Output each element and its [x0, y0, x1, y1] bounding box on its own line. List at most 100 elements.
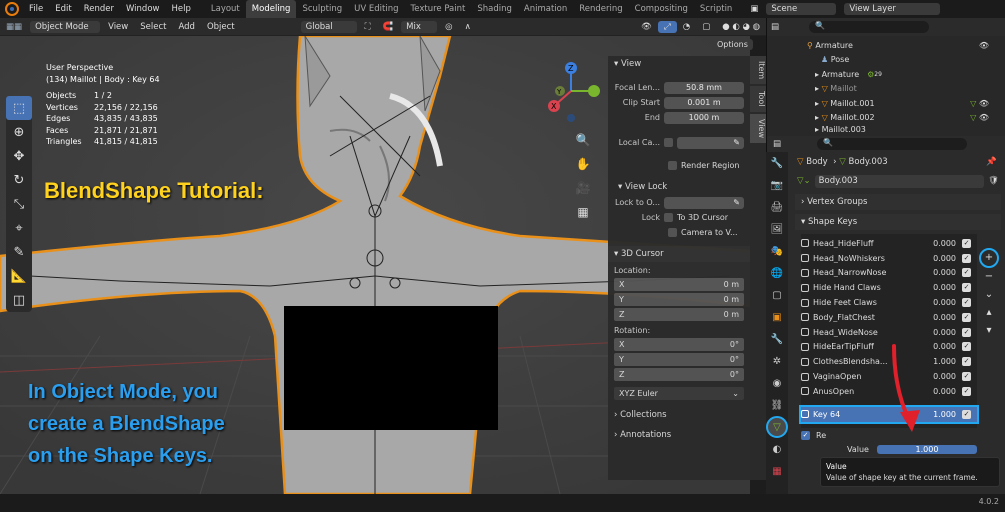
camera-icon[interactable]: 🎥: [574, 176, 592, 200]
mute-checkbox[interactable]: ✓: [962, 357, 971, 367]
tab-uv-editing[interactable]: UV Editing: [348, 0, 404, 18]
particles-tab-icon[interactable]: ✲: [766, 350, 788, 372]
gizmo-icon[interactable]: ⤢: [657, 20, 677, 33]
collection-tab-icon[interactable]: ▢: [766, 284, 788, 306]
move-down-icon[interactable]: ▾: [979, 322, 999, 340]
options-dropdown[interactable]: Options: [712, 39, 753, 50]
pan-hand-icon[interactable]: ✋: [574, 152, 592, 176]
visibility-icon[interactable]: 👁: [635, 21, 658, 33]
properties-search-input[interactable]: 🔍: [817, 138, 968, 150]
menu-file[interactable]: File: [23, 0, 49, 18]
move-tool-icon[interactable]: ✥: [6, 144, 32, 168]
menu-select[interactable]: Select: [134, 21, 172, 33]
tab-layout[interactable]: Layout: [205, 0, 246, 18]
editor-type-icon[interactable]: ▤: [773, 139, 781, 149]
list-item[interactable]: Body_FlatChest 0.000 ✓: [801, 310, 977, 325]
mute-checkbox[interactable]: ✓: [962, 327, 971, 337]
menu-edit[interactable]: Edit: [49, 0, 77, 18]
hide-icon[interactable]: 👁: [979, 41, 989, 50]
tab-rendering[interactable]: Rendering: [573, 0, 628, 18]
mode-dropdown[interactable]: Object Mode: [30, 20, 101, 33]
mute-checkbox[interactable]: ✓: [962, 298, 971, 308]
mute-checkbox[interactable]: ✓: [962, 238, 971, 248]
mute-checkbox[interactable]: ✓: [962, 386, 971, 396]
pivot-icon[interactable]: ⛶: [359, 21, 377, 33]
list-item[interactable]: Head_HideFluff 0.000 ✓: [801, 236, 977, 251]
constraints-tab-icon[interactable]: ⛓: [766, 394, 788, 416]
view-section-header[interactable]: ▾ View: [608, 56, 750, 72]
render-region-checkbox[interactable]: [668, 161, 677, 170]
camera-to-view-checkbox[interactable]: [668, 228, 677, 237]
mute-checkbox[interactable]: ✓: [962, 253, 971, 263]
list-item[interactable]: Hide Feet Claws 0.000 ✓: [801, 295, 977, 310]
physics-tab-icon[interactable]: ◉: [766, 372, 788, 394]
list-item[interactable]: Head_NoWhiskers 0.000 ✓: [801, 251, 977, 266]
tool-tab-icon[interactable]: 🔧: [766, 152, 788, 174]
scale-tool-icon[interactable]: ⤡: [6, 192, 32, 216]
transform-tool-icon[interactable]: ⌖: [6, 216, 32, 240]
shading-solid-icon[interactable]: ● ◐ ◕ ◍: [716, 21, 766, 33]
falloff-icon[interactable]: ∧: [459, 21, 477, 33]
scene-tab-icon[interactable]: 🎭: [766, 240, 788, 262]
view-layer-tab-icon[interactable]: 🖼: [766, 218, 788, 240]
pin-icon[interactable]: 📌: [986, 157, 997, 167]
menu-object[interactable]: Object: [201, 21, 241, 33]
specials-menu-icon[interactable]: ⌄: [979, 286, 999, 304]
rotation-mode-dropdown[interactable]: XYZ Euler ⌄: [614, 387, 744, 400]
outliner-row[interactable]: ▸ ▽ Maillot: [767, 82, 1005, 97]
object-tab-icon[interactable]: ▣: [766, 306, 788, 328]
tab-view[interactable]: View: [750, 113, 766, 143]
add-shape-key-button[interactable]: +: [979, 248, 999, 268]
collections-header[interactable]: › Collections: [608, 407, 750, 423]
menu-render[interactable]: Render: [78, 0, 120, 18]
focal-length-field[interactable]: 50.8 mm: [664, 81, 744, 94]
list-item[interactable]: Hide Hand Claws 0.000 ✓: [801, 280, 977, 295]
add-cube-tool-icon[interactable]: ◫: [6, 288, 32, 312]
tab-modeling[interactable]: Modeling: [245, 0, 297, 18]
tab-scripting[interactable]: Scriptin: [694, 0, 738, 18]
list-item[interactable]: Head_WideNose 0.000 ✓: [801, 325, 977, 340]
mesh-data-tab-icon[interactable]: ▽: [766, 416, 788, 438]
mesh-name-field[interactable]: Body.003: [814, 174, 985, 188]
blender-logo-icon[interactable]: [5, 2, 19, 16]
select-box-icon[interactable]: ▦▦: [0, 21, 28, 33]
mute-checkbox[interactable]: ✓: [962, 283, 971, 293]
3d-cursor-header[interactable]: ▾ 3D Cursor: [608, 246, 750, 262]
mute-checkbox[interactable]: ✓: [962, 409, 971, 419]
annotate-tool-icon[interactable]: ✎: [6, 240, 32, 264]
mute-checkbox[interactable]: ✓: [962, 342, 971, 352]
menu-view[interactable]: View: [102, 21, 134, 33]
shape-keys-header[interactable]: ▾ Shape Keys: [795, 214, 1001, 230]
local-camera-checkbox[interactable]: [664, 138, 673, 147]
tab-animation[interactable]: Animation: [518, 0, 573, 18]
cursor-rotation-y[interactable]: Y 0°: [614, 353, 744, 366]
output-tab-icon[interactable]: 🖨: [766, 196, 788, 218]
mute-checkbox[interactable]: ✓: [962, 312, 971, 322]
outliner-row[interactable]: ▸ ▽ Maillot.002 ▽ 👁: [767, 111, 1005, 126]
xray-icon[interactable]: ▢: [696, 21, 716, 33]
snap-icon[interactable]: 🧲: [377, 21, 400, 33]
orientation-dropdown[interactable]: Global: [300, 20, 357, 33]
tab-sculpting[interactable]: Sculpting: [296, 0, 348, 18]
relative-checkbox[interactable]: ✓: [801, 431, 810, 441]
navigation-gizmo[interactable]: Z X Y: [540, 58, 602, 124]
scene-selector[interactable]: Scene: [766, 3, 837, 15]
zoom-icon[interactable]: 🔍: [574, 128, 592, 152]
mix-dropdown[interactable]: Mix: [401, 20, 438, 33]
tab-texture-paint[interactable]: Texture Paint: [405, 0, 472, 18]
menu-add[interactable]: Add: [172, 21, 200, 33]
material-tab-icon[interactable]: ◐: [766, 438, 788, 460]
menu-help[interactable]: Help: [165, 0, 196, 18]
grid-icon[interactable]: ▦: [574, 200, 592, 224]
to-3d-cursor-checkbox[interactable]: [664, 213, 673, 222]
select-tool-icon[interactable]: ⬚: [6, 96, 32, 120]
cursor-location-z[interactable]: Z0 m: [614, 308, 744, 321]
remove-shape-key-button[interactable]: −: [979, 268, 999, 286]
menu-window[interactable]: Window: [120, 0, 166, 18]
lock-to-object-field[interactable]: ✎: [664, 196, 744, 209]
proportional-icon[interactable]: ◎: [439, 21, 458, 33]
tab-item[interactable]: Item: [750, 56, 766, 85]
filter-search-input[interactable]: 🔍: [809, 21, 930, 33]
fake-user-icon[interactable]: 🛡: [988, 176, 999, 186]
view-lock-header[interactable]: ▾ View Lock: [608, 179, 750, 195]
